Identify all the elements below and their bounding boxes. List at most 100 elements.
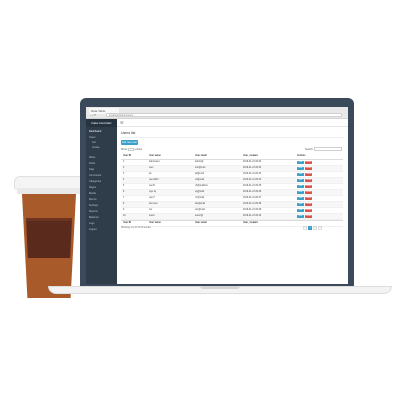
- main-content: Users list Add new user Show entries Sea…: [117, 127, 348, 284]
- sidebar-item-roles[interactable]: Roles: [89, 156, 116, 160]
- page-button[interactable]: «: [303, 226, 307, 230]
- edit-button[interactable]: Edit: [297, 203, 304, 206]
- edit-button[interactable]: Edit: [297, 191, 304, 194]
- edit-button[interactable]: Edit: [297, 209, 304, 212]
- coffee-cup-image: [14, 176, 84, 298]
- cell-user-id: 3: [123, 173, 125, 175]
- page-button[interactable]: 1: [308, 226, 312, 230]
- cell-user-name: user5: [149, 185, 155, 187]
- address-bar[interactable]: localhost/admin/users: [106, 113, 342, 117]
- search-label: Search:: [305, 148, 314, 151]
- cell-user-email: usr@mail: [195, 209, 205, 211]
- cell-user-name: qq1 1q: [149, 191, 157, 193]
- cell-user-email: qq@mail: [195, 191, 205, 193]
- page-length-control: Show entries: [121, 148, 142, 151]
- cell-user-email: test@mail: [195, 167, 206, 169]
- sidebar-item-menus[interactable]: Menus: [89, 198, 116, 202]
- cell-user-id: 10: [123, 215, 126, 217]
- sidebar: Data Controller Dashboard Users List Cre…: [86, 119, 117, 284]
- column-header-user-name[interactable]: User name: [149, 154, 189, 159]
- edit-button[interactable]: Edit: [297, 197, 304, 200]
- cell-user-name: ali: [149, 173, 152, 175]
- cell-user-created: 2016-01-21 09:33: [243, 173, 262, 175]
- delete-button[interactable]: Delete: [305, 173, 312, 176]
- add-user-button[interactable]: Add new user: [121, 140, 138, 145]
- cup-sleeve: [26, 218, 72, 258]
- cell-user-email: u4@mail: [195, 179, 205, 181]
- edit-button[interactable]: Edit: [297, 161, 304, 164]
- sidebar-item-backups[interactable]: Backups: [89, 216, 116, 220]
- cell-user-created: 2016-01-21 09:38: [243, 203, 262, 205]
- cell-user-email: u7@mail: [195, 197, 205, 199]
- search-input[interactable]: [314, 147, 342, 151]
- sidebar-item-media[interactable]: Media: [89, 192, 116, 196]
- laptop-notch: [200, 286, 240, 289]
- menu-toggle-icon[interactable]: ☰: [120, 121, 124, 125]
- delete-button[interactable]: Delete: [305, 203, 312, 206]
- entries-label: entries: [134, 148, 143, 152]
- delete-button[interactable]: Delete: [305, 179, 312, 182]
- cell-user-name: user: [149, 167, 154, 169]
- cell-user-name: user4444: [149, 179, 159, 181]
- cell-user-created: 2016-01-21 09:32: [243, 161, 262, 163]
- delete-button[interactable]: Delete: [305, 191, 312, 194]
- sidebar-brand[interactable]: Data Controller: [86, 119, 117, 127]
- cell-user-id: 8: [123, 203, 125, 205]
- edit-button[interactable]: Edit: [297, 215, 304, 218]
- sidebar-item-users[interactable]: Users: [89, 136, 116, 140]
- cell-user-name: user7: [149, 197, 155, 199]
- sidebar-item-comments[interactable]: Comments: [89, 174, 116, 178]
- edit-button[interactable]: Edit: [297, 167, 304, 170]
- sidebar-item-categories[interactable]: Categories: [89, 180, 116, 184]
- column-header-user-id[interactable]: User ID: [123, 154, 145, 159]
- sidebar-item-settings[interactable]: Settings: [89, 204, 116, 208]
- users-table: User ID User name User email User_create…: [121, 154, 343, 227]
- edit-button[interactable]: Edit: [297, 185, 304, 188]
- topbar: ☰: [117, 119, 348, 127]
- edit-button[interactable]: Edit: [297, 173, 304, 176]
- cell-user-email: admin@: [195, 161, 204, 163]
- edit-button[interactable]: Edit: [297, 179, 304, 182]
- footer-user-id: User ID: [123, 222, 132, 224]
- cup-lid-rim: [17, 188, 81, 194]
- sidebar-item-create[interactable]: Create: [92, 146, 119, 150]
- sidebar-item-pages[interactable]: Pages: [89, 186, 116, 190]
- cell-user-id: 2: [123, 167, 125, 169]
- browser-nav-icons[interactable]: ‹ › ⟳: [90, 113, 96, 117]
- cell-user-created: 2016-01-21 09:34: [243, 179, 262, 181]
- cell-user-id: 6: [123, 191, 125, 193]
- cell-user-name: usr: [149, 209, 153, 211]
- cell-user-email: tester@: [195, 215, 204, 217]
- sidebar-item-list[interactable]: List: [92, 141, 119, 145]
- column-header-user-created[interactable]: User_created: [243, 154, 297, 159]
- sidebar-item-logs[interactable]: Logs: [89, 222, 116, 226]
- page-button[interactable]: 2: [313, 226, 317, 230]
- sidebar-item-dashboard[interactable]: Dashboard: [89, 130, 116, 134]
- show-label: Show: [121, 148, 128, 152]
- delete-button[interactable]: Delete: [305, 167, 312, 170]
- delete-button[interactable]: Delete: [305, 215, 312, 218]
- sidebar-item-reports[interactable]: Reports: [89, 210, 116, 214]
- delete-button[interactable]: Delete: [305, 209, 312, 212]
- cell-user-created: 2016-01-21 09:37: [243, 197, 262, 199]
- footer-user-email: User email: [195, 222, 207, 224]
- entries-select[interactable]: [127, 148, 134, 151]
- sidebar-item-posts[interactable]: Posts: [89, 162, 116, 166]
- sidebar-item-logout[interactable]: Logout: [89, 228, 116, 232]
- page-button[interactable]: »: [318, 226, 322, 230]
- delete-button[interactable]: Delete: [305, 197, 312, 200]
- cell-user-name: last user: [149, 203, 158, 205]
- cell-user-id: 1: [123, 161, 125, 163]
- column-header-user-email[interactable]: User email: [195, 154, 239, 159]
- cell-user-id: 4: [123, 179, 125, 181]
- cell-user-id: 5: [123, 185, 125, 187]
- title-divider: [121, 137, 344, 138]
- delete-button[interactable]: Delete: [305, 161, 312, 164]
- browser-toolbar: Data Table ‹ › ⟳ localhost/admin/users: [86, 107, 348, 119]
- laptop-screen: Data Table ‹ › ⟳ localhost/admin/users D…: [86, 107, 348, 284]
- sidebar-item-tags[interactable]: Tags: [89, 168, 116, 172]
- delete-button[interactable]: Delete: [305, 185, 312, 188]
- cell-user-email: ali@mail: [195, 173, 204, 175]
- column-header-actions: Actions: [297, 155, 306, 157]
- cell-user-created: 2016-01-21 09:40: [243, 215, 262, 217]
